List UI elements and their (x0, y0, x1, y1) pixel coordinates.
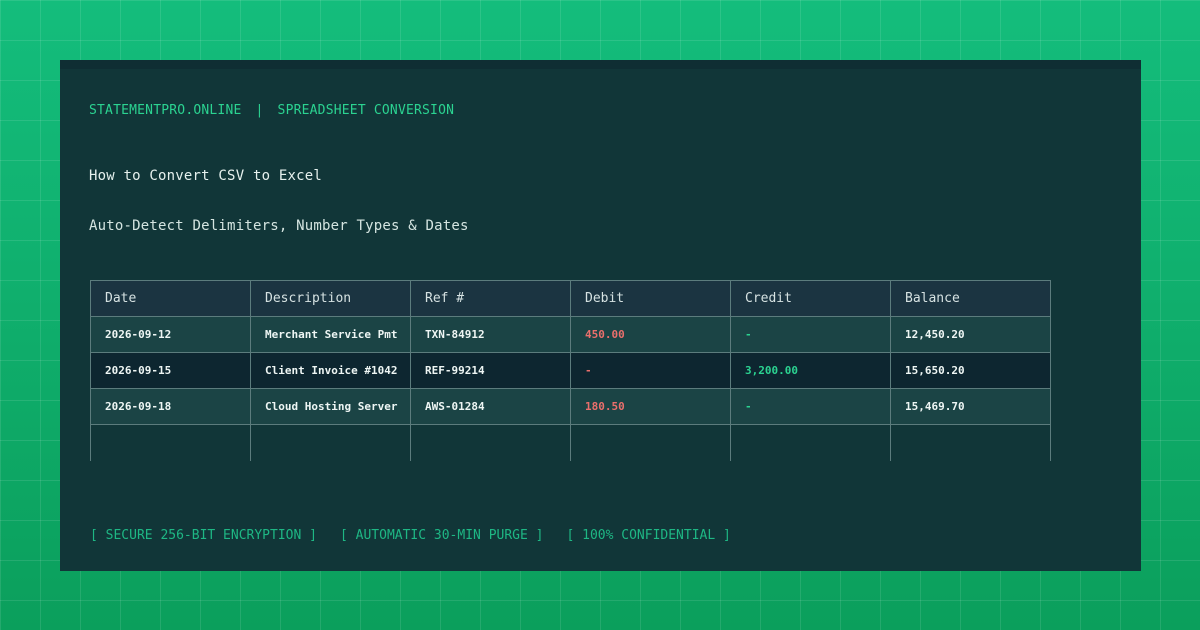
header-separator: | (255, 103, 264, 118)
statement-table: Date Description Ref # Debit Credit Bala… (90, 280, 1051, 461)
cell-debit: - (570, 352, 731, 389)
cell-credit: - (730, 316, 891, 353)
hero-panel: STATEMENTPRO.ONLINE | SPREADSHEET CONVERSI… (60, 60, 1141, 571)
table-row: 2026-09-15 Client Invoice #1042 REF-9921… (90, 352, 1051, 389)
cell-balance: 15,469.70 (890, 388, 1051, 425)
badge-confidential: [ 100% CONFIDENTIAL ] (566, 528, 731, 543)
cell-date: 2026-09-12 (90, 316, 251, 353)
section-label: SPREADSHEET CONVERSION (277, 103, 455, 118)
cell-debit: 450.00 (570, 316, 731, 353)
table-row: 2026-09-18 Cloud Hosting Server AWS-0128… (90, 388, 1051, 425)
cell-date: 2026-09-18 (90, 388, 251, 425)
empty-cell (570, 424, 731, 461)
empty-cell (410, 424, 571, 461)
cell-credit: - (730, 388, 891, 425)
cell-description: Cloud Hosting Server (250, 388, 411, 425)
cell-ref: AWS-01284 (410, 388, 571, 425)
header-bar: STATEMENTPRO.ONLINE | SPREADSHEET CONVERSI… (89, 103, 454, 118)
badge-purge: [ AUTOMATIC 30-MIN PURGE ] (339, 528, 544, 543)
cell-credit: 3,200.00 (730, 352, 891, 389)
cell-description: Merchant Service Pmt (250, 316, 411, 353)
cell-ref: REF-99214 (410, 352, 571, 389)
table-row-empty (90, 424, 1051, 461)
empty-cell (890, 424, 1051, 461)
cell-balance: 12,450.20 (890, 316, 1051, 353)
page-subtitle: Auto-Detect Delimiters, Number Types & D… (89, 218, 469, 234)
cell-debit: 180.50 (570, 388, 731, 425)
badge-encryption: [ SECURE 256-BIT ENCRYPTION ] (90, 528, 317, 543)
table-row: 2026-09-12 Merchant Service Pmt TXN-8491… (90, 316, 1051, 353)
column-header-description: Description (250, 280, 411, 317)
column-header-credit: Credit (730, 280, 891, 317)
page-title: How to Convert CSV to Excel (89, 168, 322, 184)
cell-date: 2026-09-15 (90, 352, 251, 389)
column-header-debit: Debit (570, 280, 731, 317)
table-header-row: Date Description Ref # Debit Credit Bala… (90, 280, 1051, 317)
security-badges: [ SECURE 256-BIT ENCRYPTION ] [ AUTOMATIC… (90, 528, 754, 543)
column-header-date: Date (90, 280, 251, 317)
cell-description: Client Invoice #1042 (250, 352, 411, 389)
column-header-balance: Balance (890, 280, 1051, 317)
brand-name: STATEMENTPRO.ONLINE (89, 103, 242, 118)
empty-cell (730, 424, 891, 461)
empty-cell (250, 424, 411, 461)
cell-balance: 15,650.20 (890, 352, 1051, 389)
cell-ref: TXN-84912 (410, 316, 571, 353)
empty-cell (90, 424, 251, 461)
column-header-ref: Ref # (410, 280, 571, 317)
